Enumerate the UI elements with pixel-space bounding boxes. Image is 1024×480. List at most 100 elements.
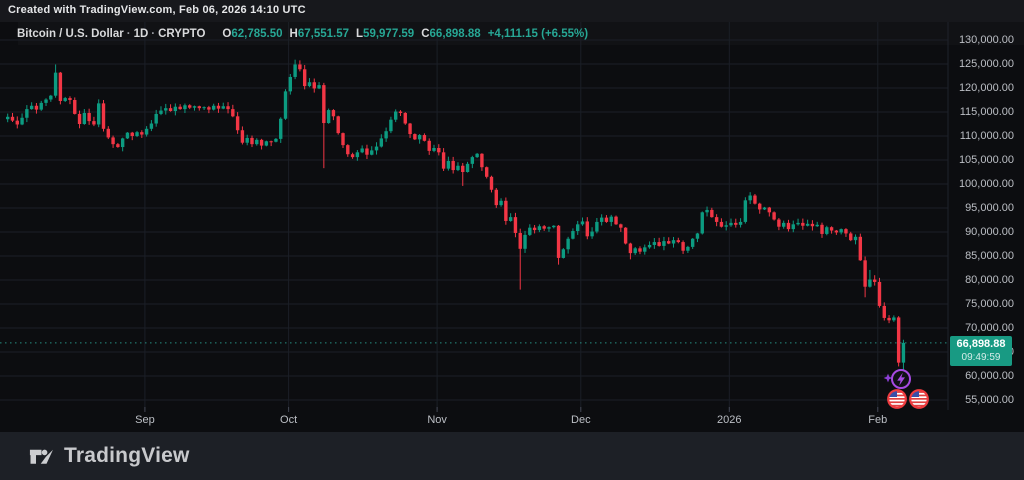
candle (442, 152, 445, 168)
candle (404, 113, 407, 124)
low-label: L (356, 28, 363, 40)
candle (102, 103, 105, 128)
candle (763, 208, 766, 210)
candle (590, 232, 593, 237)
legend-separator: · (148, 28, 158, 40)
candle (696, 233, 699, 238)
tradingview-logo-text: TradingView (64, 444, 190, 468)
candle (399, 112, 402, 113)
candle (782, 223, 785, 227)
candle (212, 106, 215, 110)
candle (605, 218, 608, 222)
candle (145, 129, 148, 135)
candle (236, 116, 239, 130)
candle (839, 229, 842, 232)
candle (643, 247, 646, 251)
candle (365, 148, 368, 154)
tradingview-logo[interactable]: TradingView (28, 443, 190, 470)
lightning-event-icon[interactable] (892, 370, 910, 388)
candle (610, 217, 613, 222)
candle (207, 107, 210, 109)
candle (571, 231, 574, 239)
candle (83, 113, 86, 124)
candle (461, 166, 464, 172)
candle (677, 240, 680, 242)
price-axis-label: 60,000.00 (952, 370, 1014, 382)
candle (772, 212, 775, 219)
candle (816, 225, 819, 226)
candle (538, 226, 541, 230)
candle (753, 196, 756, 204)
candle (150, 124, 153, 129)
candle (849, 233, 852, 240)
candle (178, 107, 181, 109)
candle (303, 69, 306, 86)
candle (624, 228, 627, 244)
price-axis-label: 90,000.00 (952, 226, 1014, 238)
price-axis-label: 120,000.00 (952, 82, 1014, 94)
candle (657, 242, 660, 246)
symbol-legend[interactable]: Bitcoin / U.S. Dollar·1D·CRYPTOO62,785.5… (17, 28, 588, 40)
candle (480, 154, 483, 167)
candle (495, 190, 498, 205)
us-flag-event-icon[interactable] (888, 390, 906, 408)
candle (768, 208, 771, 213)
candle (519, 233, 522, 249)
candle (662, 241, 665, 246)
candle (332, 110, 335, 116)
candle (710, 210, 713, 217)
candle (97, 103, 100, 124)
candle (193, 106, 196, 107)
candle (423, 135, 426, 141)
price-axis-label: 75,000.00 (952, 298, 1014, 310)
candle (820, 225, 823, 234)
time-axis-label: Sep (135, 414, 155, 426)
price-axis-label: 130,000.00 (952, 34, 1014, 46)
candle (523, 235, 526, 249)
candle (887, 318, 890, 320)
candle (279, 119, 282, 139)
candle (380, 138, 383, 146)
candle (226, 106, 229, 109)
candle (131, 133, 134, 136)
candle (289, 77, 292, 91)
candle (633, 248, 636, 253)
candle (337, 116, 340, 133)
candle (777, 220, 780, 227)
interval-label: 1D (134, 28, 149, 40)
price-axis-label: 115,000.00 (952, 106, 1014, 118)
candle (792, 224, 795, 229)
candle (701, 212, 704, 233)
candle (217, 106, 220, 109)
candle (456, 166, 459, 170)
candle (73, 100, 76, 114)
close-value: 66,898.88 (430, 28, 481, 40)
candle (581, 221, 584, 224)
candle (744, 200, 747, 222)
candle (691, 239, 694, 247)
candle (868, 280, 871, 287)
candle (432, 148, 435, 151)
candle (533, 228, 536, 230)
candle (322, 85, 325, 123)
candle (6, 117, 9, 119)
candle (614, 217, 617, 225)
low-value: 59,977.59 (363, 28, 414, 40)
candle (87, 113, 90, 121)
candle (116, 144, 119, 147)
candle (284, 91, 287, 118)
candle (59, 73, 62, 101)
candle (265, 141, 268, 145)
candle (35, 106, 38, 110)
candle (557, 226, 560, 258)
candle (346, 145, 349, 154)
candle (471, 157, 474, 164)
candle (68, 98, 71, 100)
candle (873, 280, 876, 282)
candle (844, 229, 847, 233)
candle (413, 134, 416, 139)
candle (255, 140, 258, 144)
us-flag-event-icon[interactable] (910, 390, 928, 408)
candle (198, 106, 201, 108)
candle (308, 82, 311, 86)
